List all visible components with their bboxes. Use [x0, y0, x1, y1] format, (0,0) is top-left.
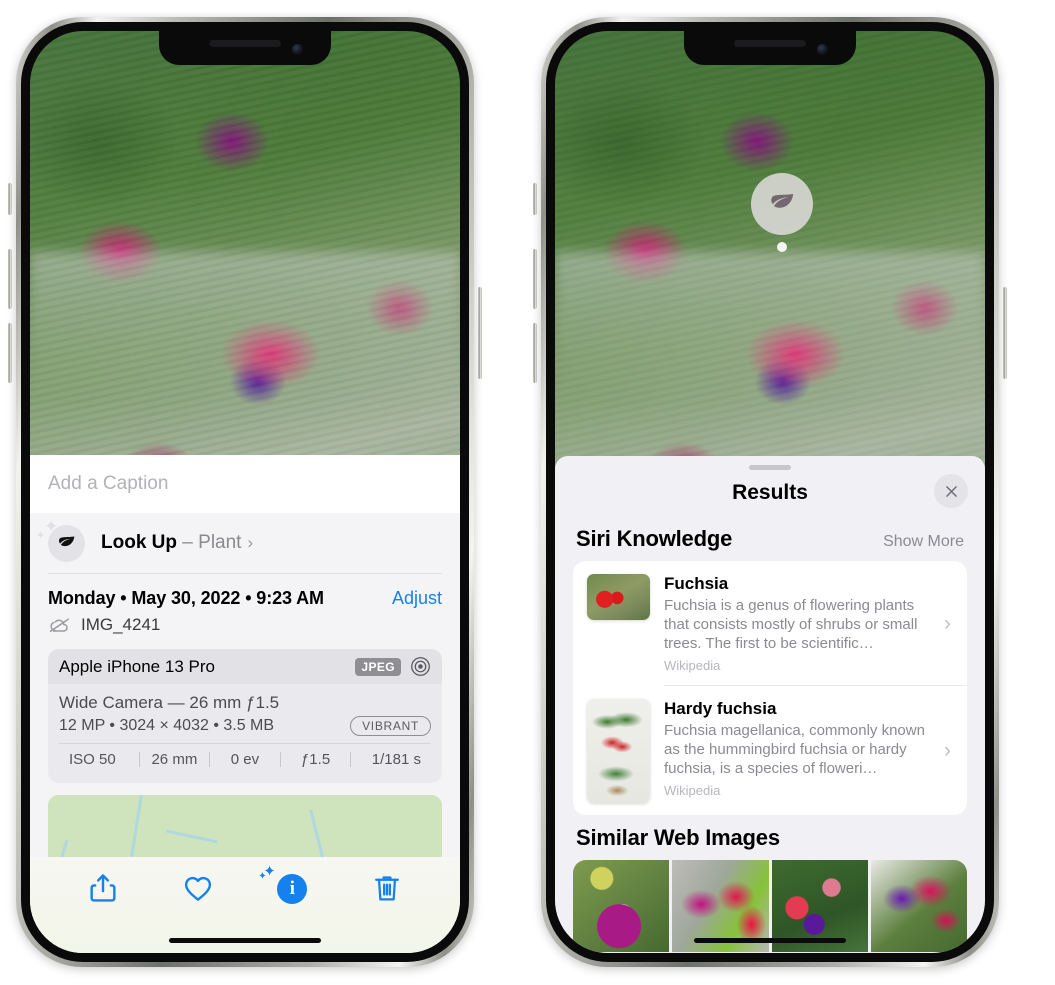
show-more-button[interactable]: Show More: [883, 533, 964, 551]
result-thumbnail: [587, 699, 650, 804]
photographic-style-badge: VIBRANT: [350, 716, 431, 736]
cloud-slash-icon: [49, 618, 69, 633]
result-description: Fuchsia magellanica, commonly known as t…: [664, 722, 925, 778]
metadata-header: Apple iPhone 13 Pro JPEG: [48, 649, 442, 684]
web-image-thumbnail[interactable]: [573, 860, 670, 953]
sparkle-icon-large: ✦: [44, 516, 59, 536]
results-sheet: Results Siri Knowledge Show More Fuchsia…: [555, 456, 985, 953]
iphone-right-screen: Results Siri Knowledge Show More Fuchsia…: [555, 31, 985, 953]
power-button[interactable]: [1003, 287, 1007, 379]
size-info: 12 MP • 3024 × 4032 • 3.5 MB: [59, 717, 275, 734]
front-camera-icon: [817, 44, 828, 55]
sparkle-icon-small: ✦: [36, 529, 46, 542]
badge-anchor-dot: [777, 242, 787, 252]
web-image-thumbnail[interactable]: [870, 860, 967, 953]
iphone-right-bezel: Results Siri Knowledge Show More Fuchsia…: [546, 22, 994, 962]
leaf-icon: ✦ ✦: [36, 517, 85, 562]
earpiece-speaker: [734, 40, 806, 47]
aperture-icon: [411, 657, 430, 676]
info-glyph: i: [277, 874, 308, 904]
look-up-label: Look Up – Plant ›: [101, 532, 253, 554]
results-header: Results: [555, 470, 985, 516]
close-button[interactable]: [934, 474, 968, 508]
silent-switch[interactable]: [533, 183, 537, 215]
file-name: IMG_4241: [81, 615, 161, 634]
page-title: Results: [732, 481, 808, 504]
format-badge: JPEG: [355, 657, 401, 676]
notch: [159, 31, 331, 65]
exif-iso: ISO 50: [69, 751, 116, 768]
power-button[interactable]: [478, 287, 482, 379]
volume-up-button[interactable]: [8, 249, 12, 309]
exif-focal: 26 mm: [151, 751, 198, 768]
share-button[interactable]: [86, 871, 120, 905]
result-thumbnail: [587, 574, 650, 620]
siri-knowledge-card: Fuchsia Fuchsia is a genus of flowering …: [573, 561, 967, 816]
exif-ev: 0 ev: [230, 751, 260, 768]
section-title: Siri Knowledge: [576, 526, 733, 551]
result-title: Hardy fuchsia: [664, 699, 777, 719]
date-block: Monday • May 30, 2022 • 9:23 AM Adjust I…: [30, 574, 460, 635]
sparkle-icon-small: ✦: [258, 871, 267, 882]
visual-look-up-badge[interactable]: [751, 173, 813, 252]
screenshot-stage: Add a Caption ✦ ✦ Look Up – Plant › Mond…: [0, 0, 1055, 985]
device-name: Apple iPhone 13 Pro: [59, 656, 215, 676]
earpiece-speaker: [209, 40, 281, 47]
result-description: Fuchsia is a genus of flowering plants t…: [664, 597, 918, 653]
volume-down-button[interactable]: [8, 323, 12, 383]
metadata-body: Wide Camera — 26 mm ƒ1.5 12 MP • 3024 × …: [48, 684, 442, 783]
favorite-button[interactable]: [181, 871, 215, 905]
iphone-right-frame: Results Siri Knowledge Show More Fuchsia…: [533, 17, 1007, 967]
look-up-dash: –: [182, 532, 193, 553]
caption-placeholder: Add a Caption: [48, 473, 169, 494]
result-title: Fuchsia: [664, 574, 729, 593]
photo-date: Monday • May 30, 2022 • 9:23 AM: [48, 588, 324, 608]
result-source: Wikipedia: [664, 783, 721, 799]
delete-button[interactable]: [370, 871, 404, 905]
exif-aperture: ƒ1.5: [300, 751, 331, 768]
notch: [684, 31, 856, 65]
volume-up-button[interactable]: [533, 249, 537, 309]
photo-info-sheet: Add a Caption ✦ ✦ Look Up – Plant › Mond…: [30, 455, 460, 953]
result-source: Wikipedia: [664, 658, 721, 674]
info-button[interactable]: ✦ ✦ i: [258, 863, 309, 905]
exif-shutter: 1/181 s: [371, 751, 421, 768]
look-up-title: Look Up: [101, 532, 177, 553]
photo-background-blur: [30, 252, 460, 400]
look-up-row[interactable]: ✦ ✦ Look Up – Plant ›: [30, 513, 460, 573]
list-item[interactable]: Fuchsia Fuchsia is a genus of flowering …: [573, 561, 967, 685]
lens-info: Wide Camera — 26 mm ƒ1.5: [59, 693, 280, 712]
photo-background-blur: [555, 252, 985, 400]
chevron-right-icon: ›: [944, 611, 951, 635]
camera-metadata-card: Apple iPhone 13 Pro JPEG Wide Camera — 2…: [48, 649, 442, 783]
look-up-subject: Plant: [198, 532, 242, 553]
similar-web-images-header: Similar Web Images: [555, 815, 985, 860]
chevron-right-icon: ›: [944, 739, 951, 763]
home-indicator[interactable]: [694, 938, 846, 943]
silent-switch[interactable]: [8, 183, 12, 215]
volume-down-button[interactable]: [533, 323, 537, 383]
leaf-icon: [751, 173, 813, 235]
iphone-left-bezel: Add a Caption ✦ ✦ Look Up – Plant › Mond…: [21, 22, 469, 962]
caption-input-row[interactable]: Add a Caption: [30, 455, 460, 513]
iphone-left-frame: Add a Caption ✦ ✦ Look Up – Plant › Mond…: [8, 17, 482, 967]
section-title: Similar Web Images: [576, 825, 780, 851]
chevron-right-icon: ›: [247, 533, 254, 552]
close-icon: [945, 485, 957, 497]
front-camera-icon: [292, 44, 303, 55]
adjust-button[interactable]: Adjust: [392, 588, 442, 609]
siri-knowledge-header: Siri Knowledge Show More: [555, 516, 985, 561]
iphone-left-screen: Add a Caption ✦ ✦ Look Up – Plant › Mond…: [30, 31, 460, 953]
list-item[interactable]: Hardy fuchsia Fuchsia magellanica, commo…: [573, 686, 967, 815]
exif-row: ISO 50 26 mm 0 ev ƒ1.5 1/181 s: [59, 744, 431, 776]
home-indicator[interactable]: [169, 938, 321, 943]
